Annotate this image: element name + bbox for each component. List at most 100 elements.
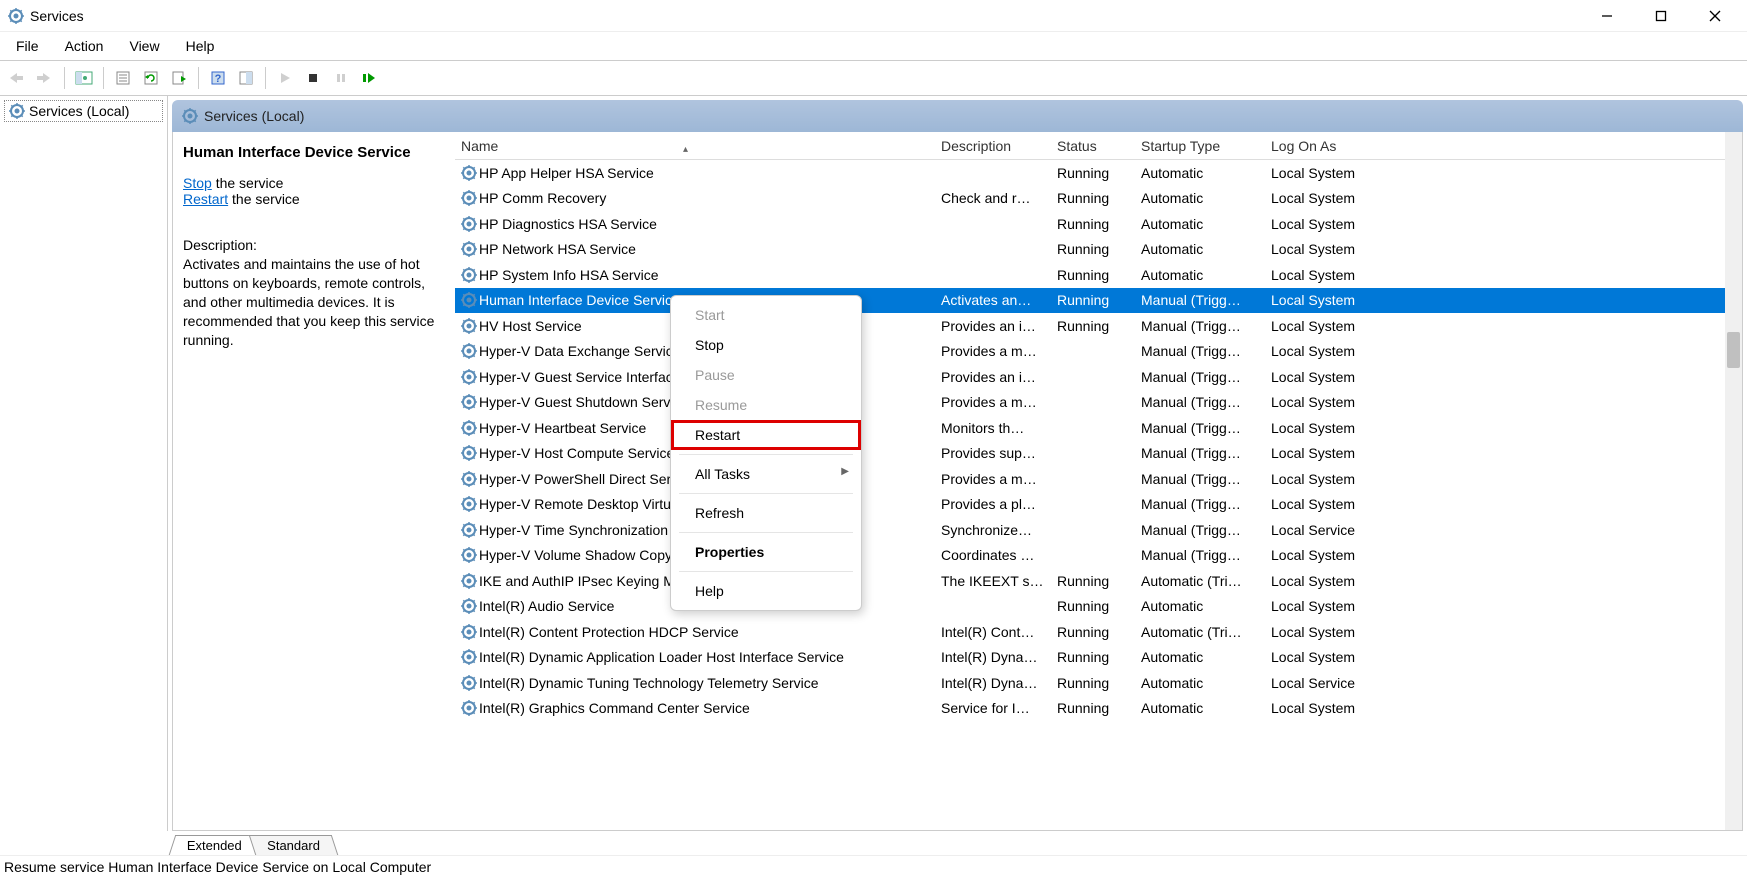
service-row[interactable]: IKE and AuthIP IPsec Keying ModulesThe I… bbox=[455, 568, 1742, 594]
service-desc: Intel(R) Dyna… bbox=[935, 675, 1051, 691]
service-startup: Automatic bbox=[1135, 700, 1265, 716]
list-header: Name▴ Description Status Startup Type Lo… bbox=[455, 132, 1742, 160]
vertical-scrollbar[interactable] bbox=[1725, 132, 1742, 830]
service-logon: Local System bbox=[1265, 573, 1405, 589]
ctx-restart[interactable]: Restart bbox=[671, 420, 861, 450]
window-title: Services bbox=[30, 8, 1589, 24]
service-startup: Automatic bbox=[1135, 190, 1265, 206]
minimize-button[interactable] bbox=[1589, 2, 1625, 30]
tab-standard[interactable]: Standard bbox=[249, 835, 338, 855]
app-icon bbox=[8, 8, 24, 24]
tab-extended[interactable]: Extended bbox=[169, 835, 259, 855]
gear-icon bbox=[182, 108, 198, 124]
export-button[interactable] bbox=[166, 65, 192, 91]
menu-view[interactable]: View bbox=[119, 36, 169, 56]
service-row[interactable]: Hyper-V Host Compute ServiceProvides sup… bbox=[455, 441, 1742, 467]
menu-file[interactable]: File bbox=[6, 36, 49, 56]
service-row[interactable]: Hyper-V Time Synchronization ServiceSync… bbox=[455, 517, 1742, 543]
service-row[interactable]: HP Comm RecoveryCheck and r…RunningAutom… bbox=[455, 186, 1742, 212]
service-startup: Manual (Trigg… bbox=[1135, 471, 1265, 487]
stop-service-button[interactable] bbox=[300, 65, 326, 91]
service-logon: Local System bbox=[1265, 267, 1405, 283]
col-startup[interactable]: Startup Type bbox=[1135, 138, 1265, 154]
service-name: HP Comm Recovery bbox=[479, 190, 606, 206]
service-row[interactable]: HP Diagnostics HSA ServiceRunningAutomat… bbox=[455, 211, 1742, 237]
service-desc: Check and r… bbox=[935, 190, 1051, 206]
service-row[interactable]: Human Interface Device ServiceActivates … bbox=[455, 288, 1742, 314]
tree-root-item[interactable]: Services (Local) bbox=[4, 100, 163, 122]
properties-button[interactable] bbox=[110, 65, 136, 91]
service-startup: Manual (Trigg… bbox=[1135, 445, 1265, 461]
ctx-all-tasks[interactable]: All Tasks▶ bbox=[671, 459, 861, 489]
service-row[interactable]: Hyper-V Volume Shadow Copy RequestorCoor… bbox=[455, 543, 1742, 569]
service-logon: Local System bbox=[1265, 496, 1405, 512]
service-row[interactable]: Hyper-V Heartbeat ServiceMonitors th…Man… bbox=[455, 415, 1742, 441]
service-logon: Local System bbox=[1265, 700, 1405, 716]
service-startup: Automatic bbox=[1135, 598, 1265, 614]
service-row[interactable]: HP App Helper HSA ServiceRunningAutomati… bbox=[455, 160, 1742, 186]
service-row[interactable]: HP Network HSA ServiceRunningAutomaticLo… bbox=[455, 237, 1742, 263]
service-row[interactable]: Intel(R) Audio ServiceRunningAutomaticLo… bbox=[455, 594, 1742, 620]
col-logon[interactable]: Log On As bbox=[1265, 138, 1405, 154]
service-row[interactable]: Intel(R) Content Protection HDCP Service… bbox=[455, 619, 1742, 645]
show-hide-action-pane-button[interactable] bbox=[233, 65, 259, 91]
toolbar: ? bbox=[0, 60, 1747, 96]
service-logon: Local System bbox=[1265, 598, 1405, 614]
service-logon: Local System bbox=[1265, 547, 1405, 563]
service-desc: Provides a m… bbox=[935, 394, 1051, 410]
stop-link[interactable]: Stop bbox=[183, 175, 212, 191]
service-desc: Service for I… bbox=[935, 700, 1051, 716]
service-startup: Automatic bbox=[1135, 675, 1265, 691]
service-row[interactable]: Hyper-V Guest Service InterfaceProvides … bbox=[455, 364, 1742, 390]
service-row[interactable]: Hyper-V Remote Desktop Virtualization Se… bbox=[455, 492, 1742, 518]
back-button[interactable] bbox=[4, 65, 30, 91]
menu-help[interactable]: Help bbox=[176, 36, 225, 56]
help-button[interactable]: ? bbox=[205, 65, 231, 91]
service-row[interactable]: Intel(R) Dynamic Application Loader Host… bbox=[455, 645, 1742, 671]
service-row[interactable]: Hyper-V Guest Shutdown ServiceProvides a… bbox=[455, 390, 1742, 416]
menu-action[interactable]: Action bbox=[55, 36, 114, 56]
ctx-properties[interactable]: Properties bbox=[671, 537, 861, 567]
forward-button[interactable] bbox=[32, 65, 58, 91]
service-name: HP App Helper HSA Service bbox=[479, 165, 654, 181]
refresh-button[interactable] bbox=[138, 65, 164, 91]
gear-icon bbox=[9, 103, 25, 119]
service-startup: Manual (Trigg… bbox=[1135, 496, 1265, 512]
maximize-button[interactable] bbox=[1643, 2, 1679, 30]
service-name: Hyper-V Heartbeat Service bbox=[479, 420, 646, 436]
col-name[interactable]: Name▴ bbox=[455, 138, 935, 154]
service-startup: Manual (Trigg… bbox=[1135, 343, 1265, 359]
restart-link[interactable]: Restart bbox=[183, 191, 228, 207]
show-hide-tree-button[interactable] bbox=[71, 65, 97, 91]
scrollbar-thumb[interactable] bbox=[1727, 332, 1740, 368]
service-startup: Manual (Trigg… bbox=[1135, 292, 1265, 308]
start-service-button[interactable] bbox=[272, 65, 298, 91]
service-row[interactable]: Intel(R) Graphics Command Center Service… bbox=[455, 696, 1742, 722]
service-desc: Provides an i… bbox=[935, 318, 1051, 334]
restart-service-button[interactable] bbox=[356, 65, 382, 91]
pause-service-button[interactable] bbox=[328, 65, 354, 91]
ctx-refresh[interactable]: Refresh bbox=[671, 498, 861, 528]
service-startup: Automatic bbox=[1135, 165, 1265, 181]
gear-icon bbox=[461, 496, 477, 512]
service-row[interactable]: HV Host ServiceProvides an i…RunningManu… bbox=[455, 313, 1742, 339]
gear-icon bbox=[461, 624, 477, 640]
gear-icon bbox=[461, 700, 477, 716]
service-logon: Local System bbox=[1265, 445, 1405, 461]
ctx-help[interactable]: Help bbox=[671, 576, 861, 606]
menubar: File Action View Help bbox=[0, 32, 1747, 60]
service-logon: Local System bbox=[1265, 292, 1405, 308]
service-name: Hyper-V Guest Service Interface bbox=[479, 369, 681, 385]
gear-icon bbox=[461, 369, 477, 385]
service-desc: Intel(R) Dyna… bbox=[935, 649, 1051, 665]
service-row[interactable]: Intel(R) Dynamic Tuning Technology Telem… bbox=[455, 670, 1742, 696]
col-description[interactable]: Description bbox=[935, 138, 1051, 154]
service-row[interactable]: Hyper-V PowerShell Direct ServiceProvide… bbox=[455, 466, 1742, 492]
service-logon: Local Service bbox=[1265, 522, 1405, 538]
service-row[interactable]: Hyper-V Data Exchange ServiceProvides a … bbox=[455, 339, 1742, 365]
service-name: Intel(R) Dynamic Tuning Technology Telem… bbox=[479, 675, 819, 691]
service-row[interactable]: HP System Info HSA ServiceRunningAutomat… bbox=[455, 262, 1742, 288]
col-status[interactable]: Status bbox=[1051, 138, 1135, 154]
close-button[interactable] bbox=[1697, 2, 1733, 30]
ctx-stop[interactable]: Stop bbox=[671, 330, 861, 360]
